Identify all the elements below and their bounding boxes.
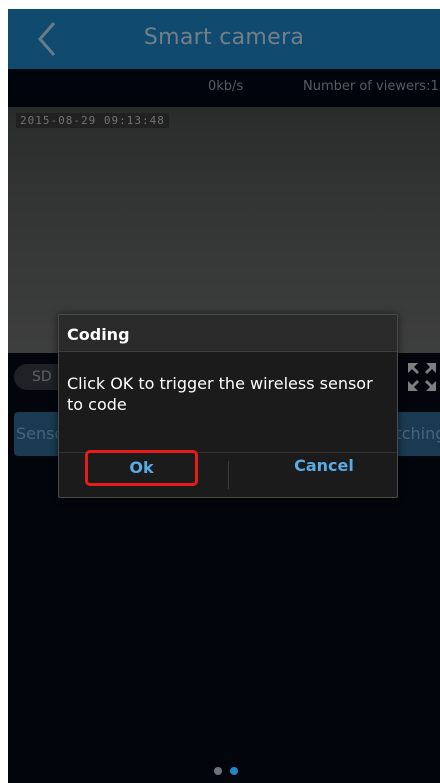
page-indicator — [214, 767, 244, 777]
app-screen: Smart camera 0kb/s Number of viewers:1 2… — [8, 9, 440, 783]
page-dot-active[interactable] — [230, 767, 238, 775]
button-divider — [228, 461, 229, 489]
page-dot[interactable] — [214, 767, 222, 775]
ok-button[interactable]: Ok — [85, 450, 198, 486]
coding-dialog: Coding Click OK to trigger the wireless … — [58, 314, 398, 498]
cancel-button[interactable]: Cancel — [279, 456, 369, 475]
dialog-message: Click OK to trigger the wireless sensor … — [67, 374, 373, 414]
dialog-title: Coding — [67, 325, 130, 344]
